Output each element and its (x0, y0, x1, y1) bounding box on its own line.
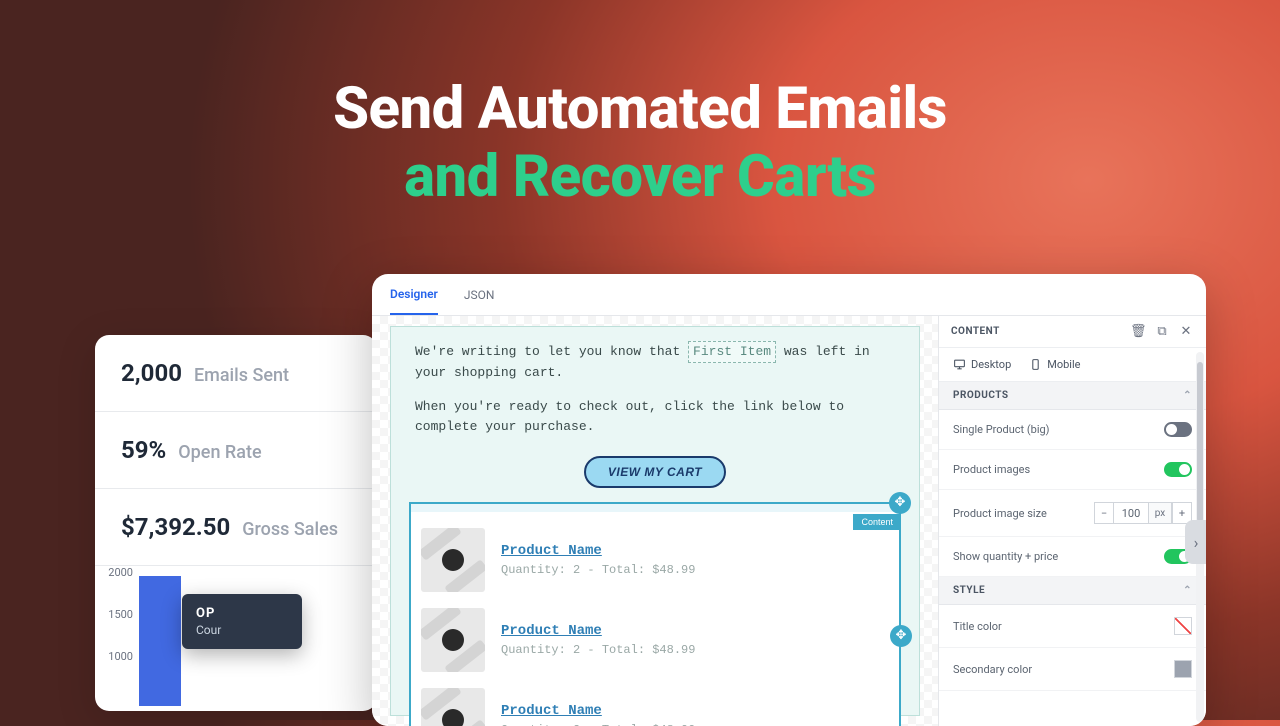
desktop-icon (953, 358, 966, 371)
label: STYLE (953, 585, 985, 596)
decrement-button[interactable]: − (1094, 502, 1114, 524)
prop-show-qty: Show quantity + price (939, 537, 1206, 577)
label: Secondary color (953, 663, 1032, 676)
stat-label: Open Rate (178, 442, 261, 463)
product-name-link[interactable]: Product Name (501, 543, 695, 559)
mobile-icon (1029, 358, 1042, 371)
view-cart-button[interactable]: VIEW MY CART (584, 456, 726, 488)
bar[interactable] (139, 576, 181, 706)
prop-secondary-color: Secondary color (939, 648, 1206, 691)
tab-bar: Designer JSON (372, 274, 1206, 316)
ytick: 2000 (103, 566, 133, 579)
color-swatch-none[interactable] (1174, 617, 1192, 635)
prop-single-product: Single Product (big) (939, 410, 1206, 450)
email-paragraph-1: We're writing to let you know that First… (415, 341, 895, 383)
section-products[interactable]: PRODUCTS ⌃ (939, 382, 1206, 410)
email-canvas[interactable]: We're writing to let you know that First… (372, 316, 938, 726)
device-mobile[interactable]: Mobile (1029, 358, 1080, 371)
content-label-chip: Content (853, 514, 901, 530)
product-row: Product Name Quantity: 2 - Total: $48.99 (421, 600, 889, 680)
color-swatch[interactable] (1174, 660, 1192, 678)
text: We're writing to let you know that (415, 344, 688, 359)
tab-json[interactable]: JSON (464, 276, 495, 314)
device-desktop[interactable]: Desktop (953, 358, 1011, 371)
chevron-up-icon: ⌃ (1183, 390, 1192, 401)
y-axis-ticks: 2000 1500 1000 (103, 566, 133, 663)
product-image (421, 608, 485, 672)
size-unit: px (1148, 502, 1172, 524)
label: Product image size (953, 507, 1047, 520)
delete-icon[interactable]: 🗑 (1130, 324, 1146, 339)
ytick: 1500 (103, 608, 133, 621)
toggle-product-images[interactable] (1164, 462, 1192, 477)
move-handle-icon[interactable]: ✥ (889, 492, 911, 514)
email-paragraph-2: When you're ready to check out, click th… (415, 397, 895, 437)
move-handle-icon[interactable]: ✥ (890, 625, 912, 647)
size-value[interactable]: 100 (1114, 502, 1148, 524)
chart-tooltip: OP Cour (182, 594, 302, 649)
product-row: Product Name Quantity: 2 - Total: $48.99 (421, 520, 889, 600)
label: Title color (953, 620, 1002, 633)
image-size-stepper: − 100 px + (1094, 502, 1192, 524)
hero-heading: Send Automated Emails and Recover Carts (0, 75, 1280, 212)
designer-window: Designer JSON We're writing to let you k… (372, 274, 1206, 726)
product-detail: Quantity: 2 - Total: $48.99 (501, 643, 695, 657)
tab-designer[interactable]: Designer (390, 275, 438, 315)
stat-open-rate: 59% Open Rate (95, 412, 377, 489)
product-detail: Quantity: 2 - Total: $48.99 (501, 563, 695, 577)
label: Desktop (971, 358, 1011, 371)
chevron-up-icon: ⌃ (1183, 585, 1192, 596)
expand-panel-tab[interactable]: › (1185, 520, 1206, 564)
label: Mobile (1047, 358, 1080, 371)
product-image (421, 528, 485, 592)
product-row: Product Name Quantity: 2 - Total: $48.99 (421, 680, 889, 726)
close-icon[interactable]: ✕ (1178, 324, 1194, 339)
prop-title-color: Title color (939, 605, 1206, 648)
label: Single Product (big) (953, 423, 1050, 436)
prop-image-size: Product image size − 100 px + (939, 490, 1206, 537)
product-image (421, 688, 485, 726)
panel-title: CONTENT (951, 326, 1000, 337)
stat-value: $7,392.50 (121, 513, 230, 541)
stat-gross-sales: $7,392.50 Gross Sales (95, 489, 377, 566)
label: Product images (953, 463, 1030, 476)
stat-label: Emails Sent (194, 365, 289, 386)
stat-emails-sent: 2,000 Emails Sent (95, 335, 377, 412)
product-name-link[interactable]: Product Name (501, 623, 695, 639)
variable-chip-first-item[interactable]: First Item (688, 341, 776, 363)
product-detail: Quantity: 2 - Total: $48.99 (501, 723, 695, 726)
stats-card: 2,000 Emails Sent 59% Open Rate $7,392.5… (95, 335, 377, 711)
toggle-single-product[interactable] (1164, 422, 1192, 437)
label: Show quantity + price (953, 550, 1058, 563)
stat-value: 59% (121, 436, 166, 464)
properties-panel: CONTENT 🗑 ⧉ ✕ Desktop Mobile PRODUCTS (938, 316, 1206, 726)
products-content-block[interactable]: ✥ Content ✥ Product Name Quantity: 2 - T… (409, 502, 901, 726)
label: PRODUCTS (953, 390, 1009, 401)
stat-value: 2,000 (121, 359, 182, 387)
tooltip-title: OP (196, 606, 288, 621)
prop-product-images: Product images (939, 450, 1206, 490)
tooltip-sub: Cour (196, 623, 288, 637)
hero-line1: Send Automated Emails (333, 75, 947, 143)
section-style[interactable]: STYLE ⌃ (939, 577, 1206, 605)
block-selection-bar (409, 502, 901, 512)
duplicate-icon[interactable]: ⧉ (1154, 324, 1170, 339)
ytick: 1000 (103, 650, 133, 663)
product-name-link[interactable]: Product Name (501, 703, 695, 719)
stat-label: Gross Sales (242, 519, 338, 540)
hero-line2: and Recover Carts (404, 143, 876, 211)
